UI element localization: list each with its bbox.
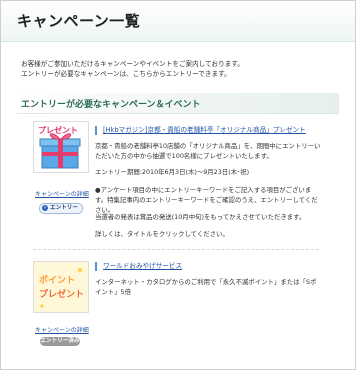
section-title: エントリーが必要なキャンペーン＆イベント [21, 100, 201, 110]
campaign-note-details: 詳しくは、タイトルをクリックしてください。 [95, 230, 229, 238]
campaign-title-link-2[interactable]: ワールドおみやげサービス [95, 262, 333, 271]
page-header: キャンペーン一覧 [1, 1, 355, 42]
present-gift-thumbnail[interactable]: プレゼント [33, 121, 89, 173]
sparkle-icon [40, 268, 82, 308]
campaign-divider [33, 249, 319, 250]
entry-button[interactable]: › エントリー [39, 203, 83, 214]
campaign-note-keyword: ●アンケート項目の中にエントリーキーワードをご記入する項目がございます。特集記事… [95, 186, 318, 214]
point-present-thumbnail[interactable]: ポイント プレゼント [33, 261, 89, 313]
thumbnail-label: プレゼント [38, 126, 78, 135]
campaign-detail-link-2[interactable]: キャンペーンの詳細 [35, 325, 89, 334]
page-title: キャンペーン一覧 [17, 12, 141, 30]
entry-arrow-icon: › [42, 205, 48, 211]
campaign-description-2: インターネット・カタログからのご利用で「永久不滅ポイント」または「Sポイント」5… [95, 278, 317, 296]
intro-text: お客様がご参加いただけるキャンペーンやイベントをご案内しております。 エントリー… [21, 59, 341, 79]
campaign-note-winners: 当選者の発表は賞品の発送(10月中旬)をもってかえさせていただきます。 [95, 213, 306, 221]
campaign-description-1: 京都・貴船の老舗料亭10店舗の「オリジナル商品」を、期間中にエントリーいただいた… [95, 142, 321, 160]
entry-completed-badge: エントリー済み [40, 337, 80, 346]
intro-line-1: お客様がご参加いただけるキャンペーンやイベントをご案内しております。 [21, 60, 244, 68]
section-header: エントリーが必要なキャンペーン＆イベント [17, 93, 339, 114]
campaign-entry-period-1: エントリー期間:2010年6月3日(木)～9月23日(木･祝) [95, 168, 250, 176]
campaign-detail-link-1[interactable]: キャンペーンの詳細 [35, 189, 89, 198]
intro-line-2: エントリーが必要なキャンペーンは、こちらからエントリーできます。 [21, 70, 231, 78]
entry-button-label: エントリー [50, 205, 78, 211]
campaign-title-link-1[interactable]: [Hkbマガジン]京都・貴船の老舗料亭「オリジナル商品」プレゼント [95, 126, 333, 135]
page-frame: キャンペーン一覧 お客様がご参加いただけるキャンペーンやイベントをご案内しており… [0, 0, 356, 370]
